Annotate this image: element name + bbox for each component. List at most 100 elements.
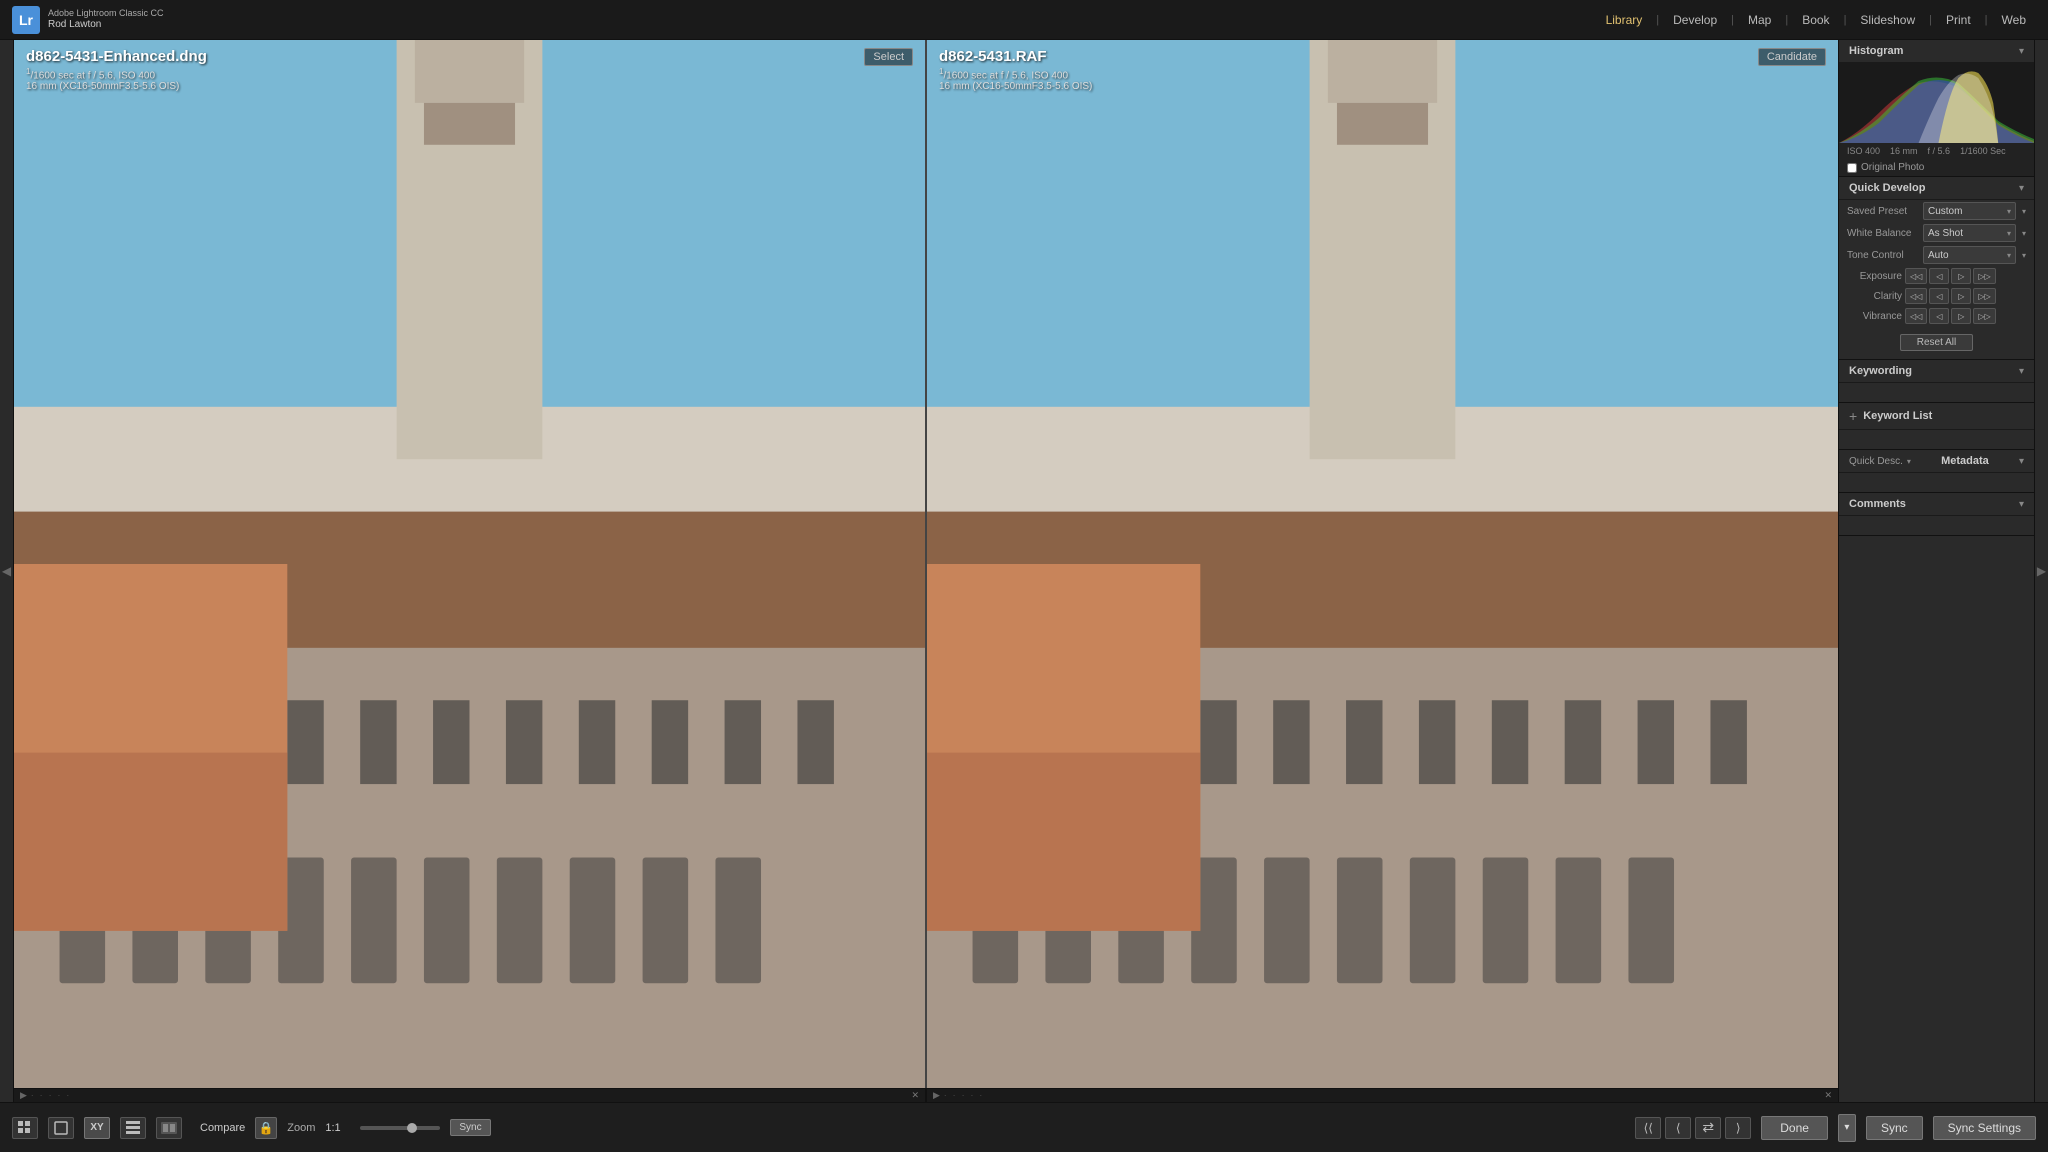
exposure-right-btn[interactable]: ▷	[1951, 268, 1971, 284]
comments-header[interactable]: Comments ▾	[1839, 493, 2034, 516]
nav-slideshow[interactable]: Slideshow	[1850, 9, 1925, 31]
vibrance-dbl-left-btn[interactable]: ◁◁	[1905, 308, 1927, 324]
app-name: Adobe Lightroom Classic CC Rod Lawton	[48, 8, 164, 31]
zoom-thumb[interactable]	[407, 1123, 417, 1133]
comments-section	[1839, 516, 2034, 536]
exposure-left-btn[interactable]: ◁	[1929, 268, 1949, 284]
filmstrip-btn[interactable]	[156, 1117, 182, 1139]
nav-map[interactable]: Map	[1738, 9, 1781, 31]
keywording-section	[1839, 383, 2034, 403]
right-filename: d862-5431.RAF	[939, 48, 1092, 65]
comments-title: Comments	[1849, 498, 1906, 510]
lock-btn[interactable]: 🔒	[255, 1117, 277, 1139]
white-balance-row: White Balance As Shot ▾ ▾	[1839, 222, 2034, 244]
nav-bar: Library | Develop | Map | Book | Slidesh…	[1596, 9, 2036, 31]
original-photo-checkbox[interactable]	[1847, 163, 1857, 173]
white-balance-select[interactable]: As Shot ▾	[1923, 224, 2016, 242]
sync-main-btn[interactable]: Sync	[1866, 1116, 1923, 1140]
vibrance-left-btn[interactable]: ◁	[1929, 308, 1949, 324]
metadata-section	[1839, 473, 2034, 493]
sync-small-btn[interactable]: Sync	[450, 1119, 490, 1136]
top-bar: Lr Adobe Lightroom Classic CC Rod Lawton…	[0, 0, 2048, 40]
white-balance-extra-arrow[interactable]: ▾	[2022, 229, 2026, 238]
swap-btn[interactable]: ⇄	[1695, 1117, 1721, 1139]
main-layout: ◀	[0, 40, 2048, 1102]
lr-logo: Lr	[12, 6, 40, 34]
clarity-dbl-right-btn[interactable]: ▷▷	[1973, 288, 1995, 304]
keyword-list-header[interactable]: + Keyword List	[1839, 403, 2034, 430]
histogram-header[interactable]: Histogram ▾	[1839, 40, 2034, 63]
tone-control-select[interactable]: Auto ▾	[1923, 246, 2016, 264]
vibrance-right-btn[interactable]: ▷	[1951, 308, 1971, 324]
tone-control-arrow: ▾	[2007, 251, 2011, 260]
saved-preset-select[interactable]: Custom ▾	[1923, 202, 2016, 220]
nav-first-btn[interactable]: ⟨⟨	[1635, 1117, 1661, 1139]
right-lens: 16 mm (XC16-50mmF3.5-5.6 OIS)	[939, 81, 1092, 92]
histogram-title: Histogram	[1849, 45, 1903, 57]
nav-print[interactable]: Print	[1936, 9, 1981, 31]
keyword-list-title: Keyword List	[1863, 410, 1932, 422]
clarity-dbl-left-btn[interactable]: ◁◁	[1905, 288, 1927, 304]
left-panel-toggle[interactable]: ◀	[0, 40, 14, 1102]
right-scroll-close[interactable]: ✕	[1824, 1090, 1832, 1101]
metadata-header[interactable]: Quick Desc. ▾ Metadata ▾	[1839, 450, 2034, 473]
zoom-slider-track[interactable]	[360, 1126, 440, 1130]
exposure-dbl-left-btn[interactable]: ◁◁	[1905, 268, 1927, 284]
nav-develop[interactable]: Develop	[1663, 9, 1727, 31]
reset-all-btn[interactable]: Reset All	[1900, 334, 1973, 351]
exposure-dbl-right-btn[interactable]: ▷▷	[1973, 268, 1995, 284]
quick-develop-title: Quick Develop	[1849, 182, 1925, 194]
clarity-row: Clarity ◁◁ ◁ ▷ ▷▷	[1839, 286, 2034, 306]
zoom-slider[interactable]	[360, 1126, 440, 1130]
saved-preset-row: Saved Preset Custom ▾ ▾	[1839, 200, 2034, 222]
quick-desc-label: Quick Desc.	[1849, 456, 1903, 467]
clarity-right-btn[interactable]: ▷	[1951, 288, 1971, 304]
right-photo-label: d862-5431.RAF 1/1600 sec at f / 5.6, ISO…	[939, 48, 1092, 92]
app-branding: Lr Adobe Lightroom Classic CC Rod Lawton	[12, 6, 164, 34]
right-panel-toggle[interactable]: ▶	[2034, 40, 2048, 1102]
right-badge[interactable]: Candidate	[1758, 48, 1826, 66]
survey-view-btn[interactable]	[120, 1117, 146, 1139]
right-photo-image[interactable]	[927, 40, 1838, 1088]
nav-web[interactable]: Web	[1992, 9, 2036, 31]
nav-library[interactable]: Library	[1596, 9, 1653, 31]
left-badge[interactable]: Select	[864, 48, 913, 66]
right-exif: 1/1600 sec at f / 5.6, ISO 400	[939, 67, 1092, 81]
nav-book[interactable]: Book	[1792, 9, 1839, 31]
nav-next-btn[interactable]: ⟩	[1725, 1117, 1751, 1139]
grid-view-btn[interactable]	[12, 1117, 38, 1139]
quick-develop-header[interactable]: Quick Develop ▾	[1839, 177, 2034, 200]
done-dropdown[interactable]: ▾	[1838, 1114, 1856, 1142]
vibrance-dbl-right-btn[interactable]: ▷▷	[1973, 308, 1995, 324]
tone-control-label: Tone Control	[1847, 250, 1919, 261]
nav-prev-btn[interactable]: ⟨	[1665, 1117, 1691, 1139]
center-area: d862-5431-Enhanced.dng 1/1600 sec at f /…	[14, 40, 1838, 1102]
quick-desc-arrow[interactable]: ▾	[1907, 457, 1911, 466]
lock-icon: 🔒	[259, 1121, 274, 1135]
done-btn[interactable]: Done	[1761, 1116, 1828, 1140]
metadata-title: Metadata	[1941, 455, 1989, 467]
vibrance-buttons: ◁◁ ◁ ▷ ▷▷	[1905, 308, 1996, 324]
keywording-title: Keywording	[1849, 365, 1912, 377]
exposure-label: Exposure	[1847, 271, 1902, 282]
metadata-expand-icon: ▾	[2019, 456, 2024, 467]
left-scroll-close[interactable]: ✕	[911, 1090, 919, 1101]
right-scrollbar[interactable]: ▶ · · · · · ✕	[927, 1089, 1838, 1102]
histogram-section: ISO 400 16 mm f / 5.6 1/1600 Sec Origina…	[1839, 63, 2034, 177]
original-photo-check[interactable]: Original Photo	[1839, 159, 2034, 176]
zoom-label: Zoom	[287, 1122, 315, 1134]
tone-control-extra-arrow[interactable]: ▾	[2022, 251, 2026, 260]
loupe-view-btn[interactable]	[48, 1117, 74, 1139]
keywording-header[interactable]: Keywording ▾	[1839, 360, 2034, 383]
keyword-plus-icon[interactable]: +	[1849, 408, 1857, 424]
white-balance-label: White Balance	[1847, 228, 1919, 239]
clarity-left-btn[interactable]: ◁	[1929, 288, 1949, 304]
bottom-bar: XY Compare 🔒 Zoom 1:1 Sync ⟨⟨ ⟨ ⇄ ⟩ Done…	[0, 1102, 2048, 1152]
sync-settings-btn[interactable]: Sync Settings	[1933, 1116, 2036, 1140]
left-scrollbar[interactable]: ▶ · · · · · ✕	[14, 1089, 925, 1102]
left-photo-image[interactable]	[14, 40, 925, 1088]
saved-preset-extra-arrow[interactable]: ▾	[2022, 207, 2026, 216]
histogram-info: ISO 400 16 mm f / 5.6 1/1600 Sec	[1839, 143, 2034, 159]
compare-view-btn[interactable]: XY	[84, 1117, 110, 1139]
histogram-expand-icon: ▾	[2019, 46, 2024, 57]
